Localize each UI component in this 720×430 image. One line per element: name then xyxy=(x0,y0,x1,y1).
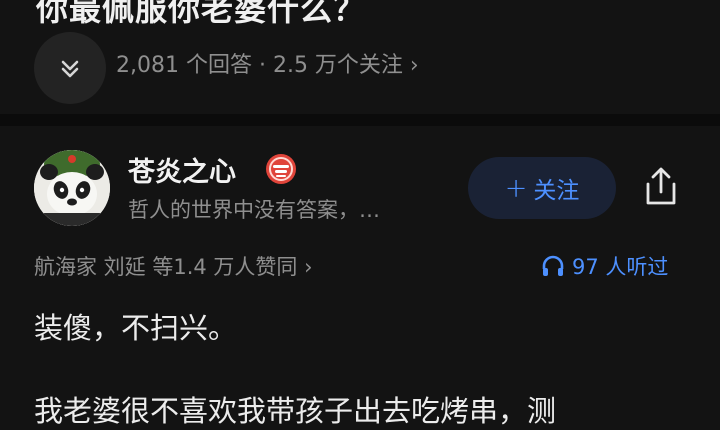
question-title: 你最佩服你老婆什么？ xyxy=(36,0,367,28)
headphones-icon xyxy=(542,255,564,276)
section-divider xyxy=(0,114,720,126)
collapse-button[interactable] xyxy=(34,32,106,104)
chevron-down-icon xyxy=(61,60,79,78)
badge-icon xyxy=(266,154,296,184)
answer-paragraph-1: 装傻，不扫兴。 xyxy=(34,311,238,345)
question-meta-link[interactable]: 2,081 个回答 · 2.5 万个关注 › xyxy=(116,47,419,79)
avatar[interactable] xyxy=(34,150,110,226)
plus-icon: + xyxy=(504,172,528,204)
share-icon[interactable] xyxy=(638,164,684,210)
listeners-link[interactable]: 97 人听过 xyxy=(540,251,668,281)
listeners-count: 97 人听过 xyxy=(572,255,669,279)
follow-label: 关注 xyxy=(533,178,580,204)
panda-avatar-image xyxy=(34,150,110,226)
author-name[interactable]: 苍炎之心 xyxy=(128,150,236,189)
follow-button[interactable]: + 关注 xyxy=(468,157,616,219)
voters-link[interactable]: 航海家 刘延 等1.4 万人赞同 › xyxy=(34,251,313,281)
answer-paragraph-2: 我老婆很不喜欢我带孩子出去吃烤串，测 xyxy=(34,394,557,428)
author-bio: 哲人的世界中没有答案，… xyxy=(128,198,380,222)
